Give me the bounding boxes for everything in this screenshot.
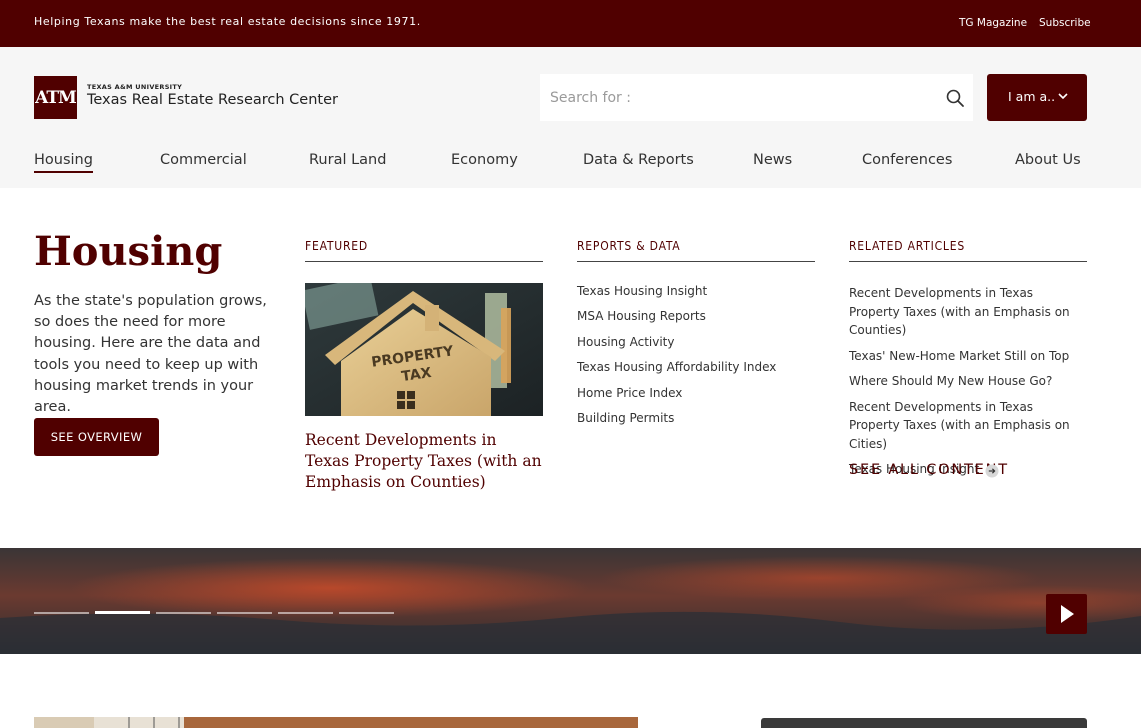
report-link-affordability-index[interactable]: Texas Housing Affordability Index [577,360,776,385]
reports-link-list: Texas Housing Insight MSA Housing Report… [577,284,776,436]
nav-item-housing[interactable]: Housing [34,152,93,173]
see-overview-button[interactable]: SEE OVERVIEW [34,418,159,456]
related-article-list: Recent Developments in Texas Property Ta… [849,284,1087,486]
related-article-link[interactable]: Texas' New-Home Market Still on Top [849,347,1087,366]
site-header: ATM TEXAS A&M UNIVERSITY Texas Real Esta… [0,47,1141,141]
nav-item-commercial[interactable]: Commercial [160,152,247,171]
i-am-a-dropdown[interactable]: I am a.. [987,74,1087,121]
slide-indicator[interactable] [34,612,89,614]
main-nav: Housing Commercial Rural Land Economy Da… [0,141,1141,188]
search-input[interactable] [540,74,940,121]
bottom-article-image[interactable] [34,717,638,728]
featured-heading: FEATURED [305,239,543,262]
slide-indicator[interactable] [278,612,333,614]
search-box [540,74,973,121]
top-utility-bar: Helping Texans make the best real estate… [0,0,1141,47]
play-button[interactable] [1046,594,1087,634]
bottom-card[interactable] [761,718,1087,728]
play-icon [1061,605,1074,623]
logo-mark: ATM [35,87,77,108]
report-link-home-price-index[interactable]: Home Price Index [577,386,776,411]
slide-indicator[interactable] [156,612,211,614]
hero-video-banner [0,548,1141,654]
chevron-down-icon [1058,93,1068,100]
nav-item-news[interactable]: News [753,152,792,171]
slide-indicator[interactable] [339,612,394,614]
related-articles-heading: RELATED ARTICLES [849,239,1087,262]
report-link-housing-insight[interactable]: Texas Housing Insight [577,284,776,309]
section-description: As the state's population grows, so does… [34,293,267,416]
report-link-housing-activity[interactable]: Housing Activity [577,335,776,360]
nav-item-about-us[interactable]: About Us [1015,152,1081,171]
slide-indicator[interactable] [217,612,272,614]
search-icon[interactable] [945,88,965,108]
i-am-a-label: I am a.. [1008,89,1056,104]
tamu-logo[interactable]: ATM [34,76,77,119]
nav-item-economy[interactable]: Economy [451,152,518,171]
section-title: Housing [34,228,223,275]
slide-indicator-active[interactable] [95,611,150,614]
org-name[interactable]: Texas Real Estate Research Center [87,92,338,108]
report-link-msa-housing[interactable]: MSA Housing Reports [577,309,776,334]
related-article-link[interactable]: Recent Developments in Texas Property Ta… [849,284,1087,340]
reports-data-heading: REPORTS & DATA [577,239,815,262]
site-tagline: Helping Texans make the best real estate… [34,15,421,28]
university-name: TEXAS A&M UNIVERSITY [87,83,183,91]
related-article-link[interactable]: Recent Developments in Texas Property Ta… [849,398,1087,454]
tg-magazine-link[interactable]: TG Magazine [959,17,1027,29]
related-article-link[interactable]: Where Should My New House Go? [849,372,1087,391]
nav-item-rural-land[interactable]: Rural Land [309,152,386,171]
property-tax-image[interactable]: PROPERTY TAX [305,283,543,416]
arrow-right-circle-icon[interactable] [985,464,999,478]
subscribe-link[interactable]: Subscribe [1039,17,1091,29]
report-link-building-permits[interactable]: Building Permits [577,411,776,436]
nav-item-data-reports[interactable]: Data & Reports [583,152,694,171]
featured-article-title[interactable]: Recent Developments in Texas Property Ta… [305,430,545,493]
hero-background-image [0,548,1141,654]
nav-item-conferences[interactable]: Conferences [862,152,952,171]
